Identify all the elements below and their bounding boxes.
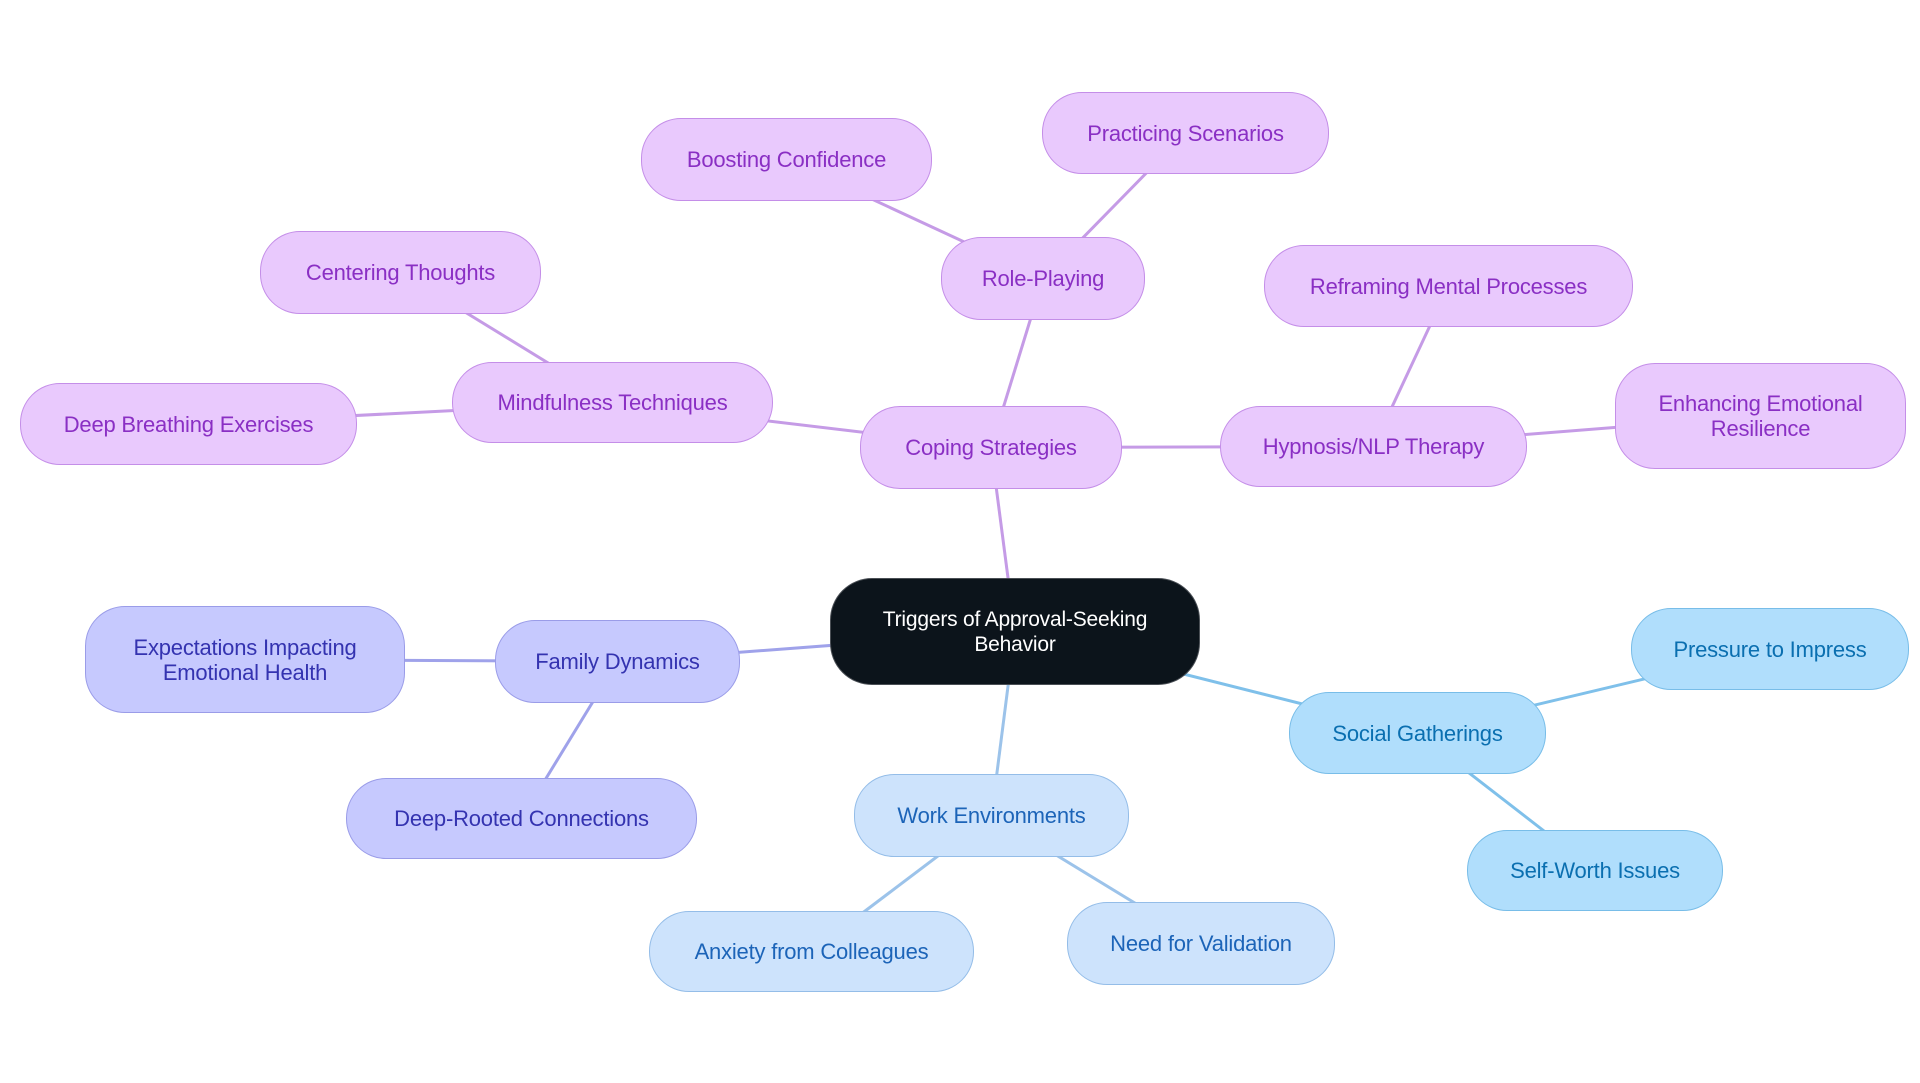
node-label: Pressure to Impress (1673, 636, 1867, 662)
node-label: Self-Worth Issues (1510, 858, 1680, 883)
node-label: Expectations Impacting Emotional Health (133, 634, 357, 685)
node-label: Work Environments (897, 803, 1086, 828)
node-hypnosis[interactable]: Hypnosis/NLP Therapy (1220, 406, 1527, 487)
node-label: Enhancing Emotional Resilience (1658, 391, 1863, 441)
node-anxiety[interactable]: Anxiety from Colleagues (649, 911, 974, 992)
node-root[interactable]: Triggers of Approval-Seeking Behavior (830, 578, 1200, 685)
node-label: Social Gatherings (1332, 720, 1503, 746)
node-social[interactable]: Social Gatherings (1289, 692, 1546, 774)
node-expectations[interactable]: Expectations Impacting Emotional Health (85, 606, 405, 713)
node-label: Reframing Mental Processes (1309, 273, 1588, 299)
node-enhancing[interactable]: Enhancing Emotional Resilience (1615, 363, 1906, 469)
node-centering[interactable]: Centering Thoughts (260, 231, 541, 314)
node-reframing[interactable]: Reframing Mental Processes (1264, 245, 1633, 327)
node-family[interactable]: Family Dynamics (495, 620, 740, 703)
node-label: Role-Playing (981, 266, 1105, 291)
node-label: Centering Thoughts (305, 260, 496, 285)
node-label: Practicing Scenarios (1087, 120, 1284, 146)
node-label: Deep-Rooted Connections (394, 806, 649, 831)
node-practicing[interactable]: Practicing Scenarios (1042, 92, 1329, 174)
node-label: Hypnosis/NLP Therapy (1262, 434, 1485, 459)
node-label: Anxiety from Colleagues (694, 939, 929, 964)
node-selfworth[interactable]: Self-Worth Issues (1467, 830, 1723, 911)
node-pressure[interactable]: Pressure to Impress (1631, 608, 1909, 690)
node-label: Boosting Confidence (686, 147, 887, 172)
node-label: Mindfulness Techniques (497, 390, 728, 415)
node-roleplaying[interactable]: Role-Playing (941, 237, 1145, 320)
node-work[interactable]: Work Environments (854, 774, 1129, 857)
node-label: Coping Strategies (905, 435, 1077, 460)
node-label: Deep Breathing Exercises (63, 411, 314, 437)
node-mindfulness[interactable]: Mindfulness Techniques (452, 362, 773, 443)
node-label: Family Dynamics (535, 649, 700, 674)
node-breathing[interactable]: Deep Breathing Exercises (20, 383, 357, 465)
node-boosting[interactable]: Boosting Confidence (641, 118, 932, 201)
node-label: Triggers of Approval-Seeking Behavior (882, 607, 1148, 656)
node-validation[interactable]: Need for Validation (1067, 902, 1335, 985)
node-coping[interactable]: Coping Strategies (860, 406, 1122, 489)
node-label: Need for Validation (1110, 931, 1292, 956)
node-deeprooted[interactable]: Deep-Rooted Connections (346, 778, 697, 859)
